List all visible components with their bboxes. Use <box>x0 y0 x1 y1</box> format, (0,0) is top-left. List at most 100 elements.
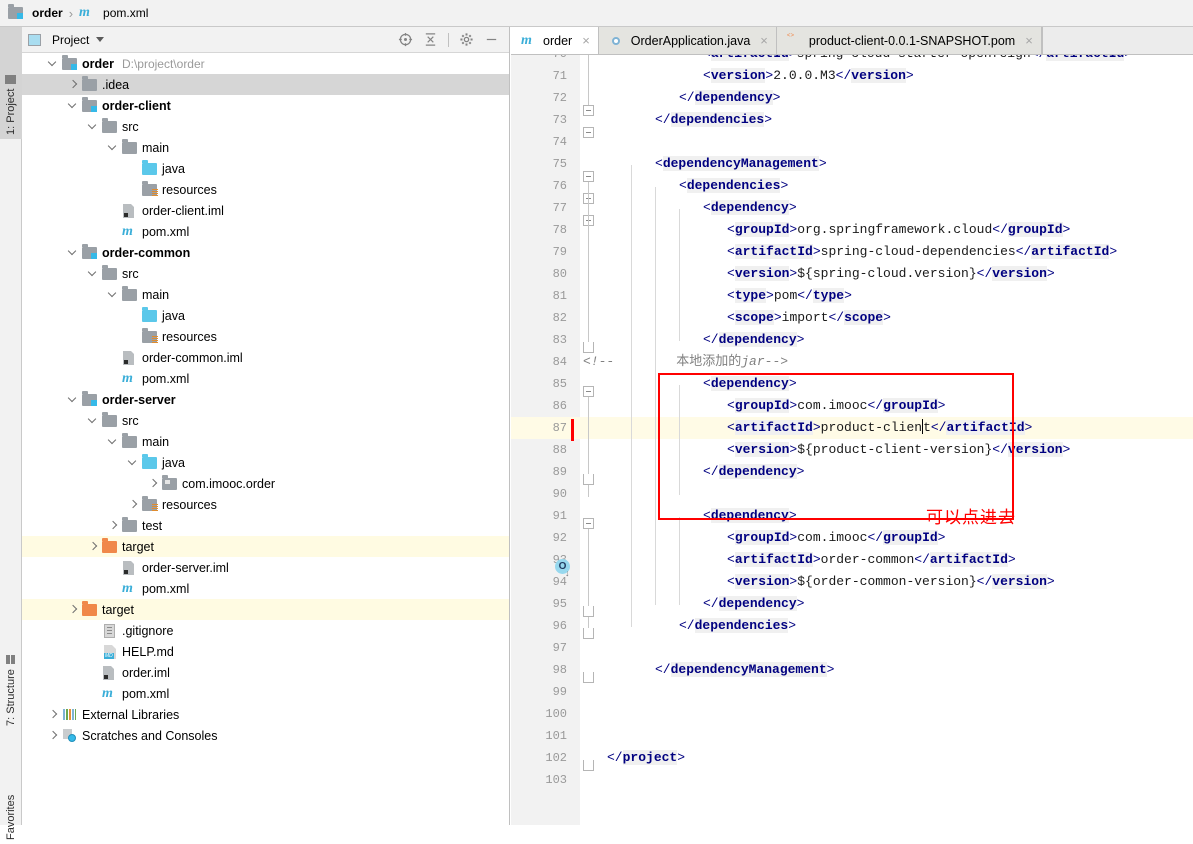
tree-row-src[interactable]: src <box>22 116 509 137</box>
code-line-80[interactable]: 80 <version>${spring-cloud.version}</vers… <box>511 263 1193 285</box>
tree-row-help-md[interactable]: HELP.md <box>22 641 509 662</box>
minimize-icon[interactable] <box>484 32 499 47</box>
code-line-71[interactable]: 71 <version>2.0.0.M3</version> <box>511 65 1193 87</box>
tree-row-src[interactable]: src <box>22 410 509 431</box>
tool-window-tab-project[interactable]: 1: Project <box>0 27 22 139</box>
tree-row-target[interactable]: target <box>22 599 509 620</box>
code-line-73[interactable]: 73 </dependencies> <box>511 109 1193 131</box>
tool-window-tab-structure[interactable]: 7: Structure <box>0 632 22 730</box>
breadcrumb-item-file[interactable]: m pom.xml <box>79 5 148 21</box>
tree-row-main[interactable]: main <box>22 431 509 452</box>
tree-row-external-libraries[interactable]: External Libraries <box>22 704 509 725</box>
chevron-down-icon[interactable] <box>108 289 119 300</box>
code-line-81[interactable]: 81 <type>pom</type> <box>511 285 1193 307</box>
tree-row-resources[interactable]: resources <box>22 494 509 515</box>
code-line-94[interactable]: 94 <version>${order-common-version}</vers… <box>511 571 1193 593</box>
tree-row-order-client-iml[interactable]: order-client.iml <box>22 200 509 221</box>
chevron-right-icon[interactable] <box>148 478 159 489</box>
fold-marker-end[interactable] <box>583 628 594 639</box>
code-line-86[interactable]: 86 <groupId>com.imooc</groupId> <box>511 395 1193 417</box>
tree-row-order-server-iml[interactable]: order-server.iml <box>22 557 509 578</box>
code-line-88[interactable]: 88 <version>${product-client-version}</ve… <box>511 439 1193 461</box>
tree-row-order-client[interactable]: order-client <box>22 95 509 116</box>
chevron-down-icon[interactable] <box>48 58 59 69</box>
code-line-93[interactable]: 93<artifactId>order-common</artifactId> <box>511 549 1193 571</box>
code-editor[interactable]: 70 <artifactId>spring-cloud-starter-openf… <box>511 55 1193 825</box>
tree-row-main[interactable]: main <box>22 284 509 305</box>
code-line-77[interactable]: 77 <dependency> <box>511 197 1193 219</box>
code-line-91[interactable]: 91 <dependency> <box>511 505 1193 527</box>
code-line-102[interactable]: 102 </project> <box>511 747 1193 769</box>
tree-row-target[interactable]: target <box>22 536 509 557</box>
tree-row-pom-xml[interactable]: m pom.xml <box>22 578 509 599</box>
fold-marker-end[interactable] <box>583 760 594 771</box>
chevron-right-icon[interactable] <box>88 541 99 552</box>
chevron-right-icon[interactable] <box>68 79 79 90</box>
chevron-down-icon[interactable] <box>96 37 105 42</box>
project-tree[interactable]: order D:\project\order .idea order-client sr… <box>22 53 509 825</box>
code-line-99[interactable]: 99 <box>511 681 1193 703</box>
tree-row-order-common[interactable]: order-common <box>22 242 509 263</box>
tree-row-scratches-and-consoles[interactable]: Scratches and Consoles <box>22 725 509 746</box>
chevron-down-icon[interactable] <box>88 415 99 426</box>
breadcrumb-item-project[interactable]: order <box>8 4 63 21</box>
code-line-74[interactable]: 74 <box>511 131 1193 153</box>
code-line-82[interactable]: 82 <scope>import</scope> <box>511 307 1193 329</box>
fold-marker[interactable] <box>583 518 594 529</box>
chevron-right-icon[interactable] <box>108 520 119 531</box>
tree-row--gitignore[interactable]: .gitignore <box>22 620 509 641</box>
code-line-79[interactable]: 79 <artifactId>spring-cloud-dependencies<… <box>511 241 1193 263</box>
chevron-right-icon[interactable] <box>68 604 79 615</box>
tree-row-order-iml[interactable]: order.iml <box>22 662 509 683</box>
tree-row-com-imooc-order[interactable]: com.imooc.order <box>22 473 509 494</box>
close-icon[interactable]: × <box>582 34 590 47</box>
fold-marker-end[interactable] <box>583 474 594 485</box>
chevron-right-icon[interactable] <box>128 499 139 510</box>
tree-row-pom-xml[interactable]: m pom.xml <box>22 221 509 242</box>
tree-row-java[interactable]: java <box>22 158 509 179</box>
code-line-98[interactable]: 98 </dependencyManagement> <box>511 659 1193 681</box>
fold-marker-end[interactable] <box>583 342 594 353</box>
chevron-down-icon[interactable] <box>108 142 119 153</box>
tree-row-java[interactable]: java <box>22 305 509 326</box>
editor-tab-bar[interactable]: m order × OrderApplication.java × product-cli… <box>511 27 1193 55</box>
tree-row-src[interactable]: src <box>22 263 509 284</box>
code-line-72[interactable]: 72 </dependency> <box>511 87 1193 109</box>
code-line-85[interactable]: 85 <dependency> <box>511 373 1193 395</box>
code-line-78[interactable]: 78 <groupId>org.springframework.cloud</gr… <box>511 219 1193 241</box>
tree-row-resources[interactable]: resources <box>22 326 509 347</box>
tool-window-tab-favorites[interactable]: Favorites <box>0 762 22 844</box>
tree-row-order-server[interactable]: order-server <box>22 389 509 410</box>
code-line-97[interactable]: 97 <box>511 637 1193 659</box>
chevron-down-icon[interactable] <box>108 436 119 447</box>
chevron-right-icon[interactable] <box>48 709 59 720</box>
code-line-101[interactable]: 101 <box>511 725 1193 747</box>
code-line-89[interactable]: 89 </dependency> <box>511 461 1193 483</box>
close-icon[interactable]: × <box>1025 34 1033 47</box>
tree-row-order[interactable]: order D:\project\order <box>22 53 509 74</box>
collapse-all-icon[interactable] <box>423 32 438 47</box>
chevron-down-icon[interactable] <box>68 247 79 258</box>
code-line-83[interactable]: 83 </dependency> <box>511 329 1193 351</box>
code-line-84[interactable]: 84 <!-- 本地添加的jar--> <box>511 351 1193 373</box>
code-content[interactable]: 70 <artifactId>spring-cloud-starter-openf… <box>511 55 1193 825</box>
close-icon[interactable]: × <box>760 34 768 47</box>
maven-download-icon[interactable]: O ↓ <box>555 559 573 578</box>
tree-row-pom-xml[interactable]: m pom.xml <box>22 683 509 704</box>
code-line-90[interactable]: 90 <box>511 483 1193 505</box>
code-line-75[interactable]: 75 <dependencyManagement> <box>511 153 1193 175</box>
chevron-down-icon[interactable] <box>68 100 79 111</box>
chevron-down-icon[interactable] <box>68 394 79 405</box>
editor-tab-order[interactable]: m order × <box>511 27 599 54</box>
tree-row--idea[interactable]: .idea <box>22 74 509 95</box>
tree-row-java[interactable]: java <box>22 452 509 473</box>
tree-row-main[interactable]: main <box>22 137 509 158</box>
code-line-103[interactable]: 103 <box>511 769 1193 791</box>
chevron-right-icon[interactable] <box>48 730 59 741</box>
code-line-76[interactable]: 76 <dependencies> <box>511 175 1193 197</box>
code-line-96[interactable]: 96 </dependencies> <box>511 615 1193 637</box>
fold-marker[interactable] <box>583 127 594 138</box>
tree-row-order-common-iml[interactable]: order-common.iml <box>22 347 509 368</box>
tree-row-resources[interactable]: resources <box>22 179 509 200</box>
tree-row-test[interactable]: test <box>22 515 509 536</box>
